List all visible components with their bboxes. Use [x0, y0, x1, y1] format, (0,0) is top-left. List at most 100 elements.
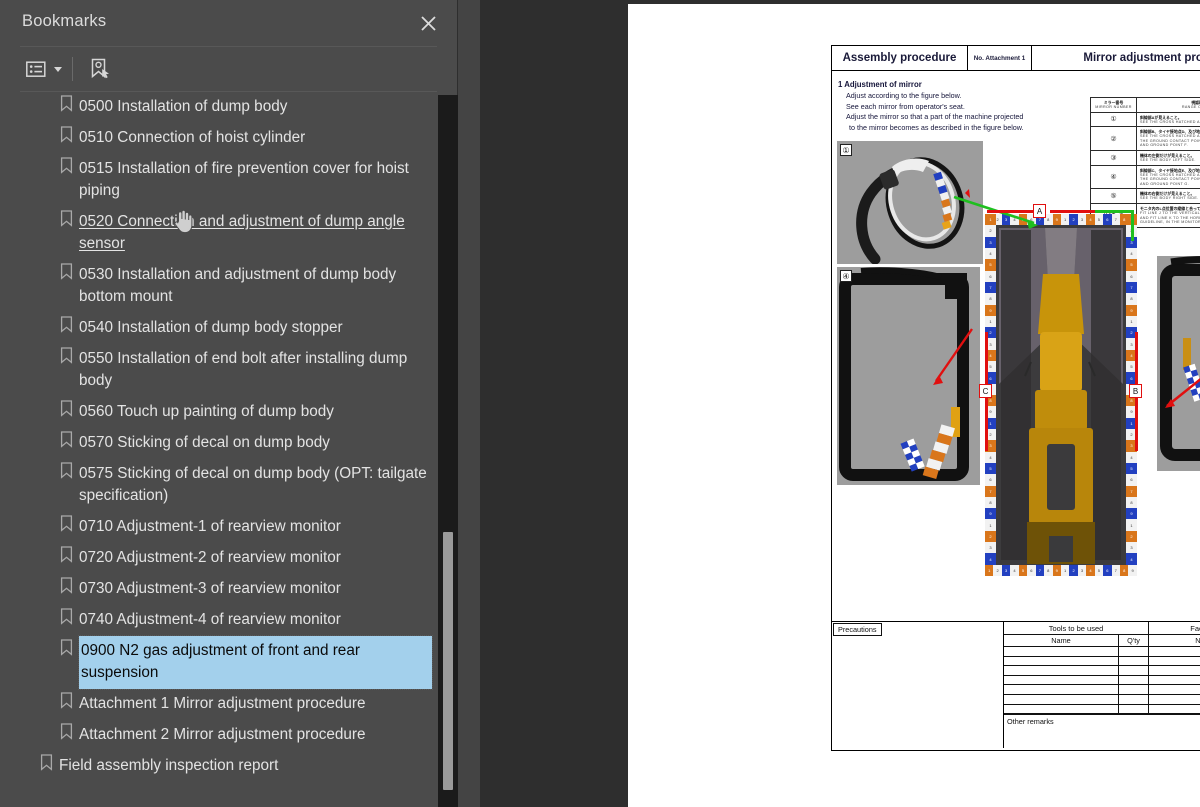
scale-marker: 5: [1094, 214, 1104, 225]
tools-name-col: Name: [1004, 635, 1119, 646]
bookmark-item[interactable]: 0740 Adjustment-4 of rearview monitor: [0, 605, 458, 636]
facility-name-cell: [1149, 676, 1200, 685]
range-of-view-row: ① 斜線部Aが見えること。SEE THE CROSS HATCHED AREA A…: [1091, 112, 1200, 128]
bookmark-item[interactable]: 0540 Installation of dump body stopper: [0, 313, 458, 344]
bookmark-item[interactable]: 0710 Adjustment-1 of rearview monitor: [0, 512, 458, 543]
range-of-view-cell: 斜線部C、タイヤ接地点E、及び地点Gが見えること。SEE THE CROSS H…: [1137, 166, 1200, 189]
panel-divider[interactable]: [458, 0, 933, 807]
scale-marker: 7: [985, 281, 996, 294]
new-bookmark-icon[interactable]: [85, 54, 115, 84]
scale-marker: 6: [985, 270, 996, 282]
scale-marker: 1: [985, 565, 994, 576]
tools-name-cell: [1004, 656, 1119, 666]
facility-title: Facility to be used: [1190, 623, 1200, 633]
bookmark-item-label: Attachment 1 Mirror adjustment procedure: [79, 695, 366, 712]
figure-machine-top-view: 123456789123456789 123456789123456789123…: [985, 214, 1137, 576]
bookmark-item[interactable]: Field assembly inspection report: [0, 751, 458, 782]
scale-marker: 5: [1126, 259, 1137, 271]
scale-marker: 8: [1126, 293, 1137, 305]
bookmark-item-label: 0515 Installation of fire prevention cov…: [79, 160, 409, 199]
bookmark-item[interactable]: 0520 Connection and adjustment of dump a…: [0, 207, 458, 260]
scale-marker: 4: [1010, 565, 1019, 576]
instruction-heading: 1 Adjustment of mirror: [838, 80, 922, 89]
bookmark-item-label: 0900 N2 gas adjustment of front and rear…: [78, 635, 433, 690]
close-icon[interactable]: [415, 10, 441, 36]
scale-marker: 6: [1103, 565, 1112, 576]
table-row: [1004, 685, 1200, 695]
bookmark-item[interactable]: 0720 Adjustment-2 of rearview monitor: [0, 543, 458, 574]
chevron-down-icon: [54, 66, 62, 72]
tools-name-cell: [1004, 694, 1119, 704]
callout-line-a-left: [987, 210, 1033, 213]
tools-qty-cell: [1119, 647, 1149, 656]
scale-marker: 3: [1001, 565, 1011, 576]
scale-marker: 3: [1077, 214, 1087, 225]
document-footer: Precautions Tools to be used Facility to…: [832, 622, 1200, 748]
bookmark-icon: [53, 260, 79, 280]
bookmark-item[interactable]: 0515 Installation of fire prevention cov…: [0, 154, 458, 207]
bookmark-item-label: 0575 Sticking of decal on dump body (OPT…: [79, 465, 427, 504]
scale-marker: 7: [985, 485, 996, 497]
bookmark-item[interactable]: Attachment 2 Mirror adjustment procedure: [0, 720, 458, 751]
range-of-view-table: ミラー番号 MIRROR NUMBER 視認範囲 RANGE OF VIEW ①…: [1090, 97, 1200, 228]
pdf-reader-window: Bookmarks 0500 Installation of dump body…: [0, 0, 1200, 807]
scale-marker: 3: [1126, 542, 1137, 554]
mirror-frame-illustration-2: [1160, 256, 1200, 461]
bookmark-item[interactable]: 0500 Installation of dump body: [0, 92, 458, 123]
bookmark-item[interactable]: 0510 Connection of hoist cylinder: [0, 123, 458, 154]
bookmark-item[interactable]: 0900 N2 gas adjustment of front and rear…: [0, 635, 458, 690]
mirror-number: ②: [1110, 135, 1117, 143]
mirror-number-cell: ④: [1091, 165, 1137, 189]
scale-marker: 9: [1128, 565, 1137, 576]
scale-marker: 5: [1094, 565, 1104, 576]
scale-marker: 1: [1060, 565, 1070, 576]
scale-marker: 6: [985, 474, 996, 486]
bookmark-icon: [53, 720, 79, 740]
scale-marker: 5: [1126, 462, 1137, 475]
scale-marker: 4: [1126, 553, 1137, 565]
bookmark-icon: [53, 92, 79, 112]
bookmark-icon: [33, 751, 59, 771]
mirror-number: ⑤: [1110, 193, 1117, 201]
tools-qty-cell: [1119, 675, 1149, 685]
bookmark-item-label: 0710 Adjustment-1 of rearview monitor: [79, 518, 341, 535]
scale-marker: 2: [993, 565, 1002, 576]
tools-qty-col: Q'ty: [1119, 635, 1149, 646]
bookmark-item-label: 0550 Installation of end bolt after inst…: [79, 350, 408, 389]
bookmark-item[interactable]: 0550 Installation of end bolt after inst…: [0, 344, 458, 397]
bookmark-item-label: 0520 Connection and adjustment of dump a…: [79, 213, 405, 252]
bookmarks-panel-header: Bookmarks: [0, 0, 457, 46]
bookmark-item[interactable]: 0530 Installation and adjustment of dump…: [0, 260, 458, 313]
mirror-number-cell: ②: [1091, 127, 1137, 150]
bookmark-item[interactable]: 0575 Sticking of decal on dump body (OPT…: [0, 459, 458, 512]
bookmark-list[interactable]: 0500 Installation of dump body 0510 Conne…: [0, 92, 458, 807]
bookmark-icon: [53, 636, 79, 656]
facility-name-cell: [1149, 685, 1200, 694]
table-row: [1004, 656, 1200, 667]
scale-marker: 4: [1086, 214, 1095, 225]
callout-line-green-h: [1095, 210, 1133, 213]
pdf-viewer-area[interactable]: Assembly procedure No. Attachment 1 Mirr…: [480, 0, 1200, 807]
bookmark-item-label: Field assembly inspection report: [59, 757, 279, 774]
scale-marker: 4: [1126, 451, 1137, 463]
instruction-line: to the mirror becomes as described in th…: [849, 122, 1024, 132]
scale-marker: 2: [1069, 565, 1078, 576]
tools-facility-header-row: Tools to be used Facility to be used: [1004, 622, 1200, 635]
bookmark-item[interactable]: Attachment 1 Mirror adjustment procedure: [0, 689, 458, 720]
bookmark-icon: [53, 459, 79, 479]
bookmark-icon: [53, 207, 79, 227]
scale-marker: 9: [1052, 565, 1061, 576]
bookmark-item[interactable]: 0730 Adjustment-3 of rearview monitor: [0, 574, 458, 605]
tools-qty-cell: [1119, 704, 1149, 714]
range-of-view-en: GUIDELINE, IN THE MONITOR.: [1140, 220, 1200, 225]
list-options-icon[interactable]: [22, 57, 66, 82]
facility-name-cell: [1149, 705, 1200, 714]
range-of-view-en: AND GROUND POINT F.: [1140, 143, 1188, 148]
callout-line-green-v: [1131, 210, 1134, 241]
bookmark-item[interactable]: 0560 Touch up painting of dump body: [0, 397, 458, 428]
tools-name-cell: [1004, 685, 1119, 694]
bookmarks-scrollbar-thumb[interactable]: [443, 532, 453, 790]
figure-badge-4: ④: [840, 270, 852, 282]
bookmark-item[interactable]: 0570 Sticking of decal on dump body: [0, 428, 458, 459]
pdf-page: Assembly procedure No. Attachment 1 Mirr…: [628, 4, 1200, 807]
